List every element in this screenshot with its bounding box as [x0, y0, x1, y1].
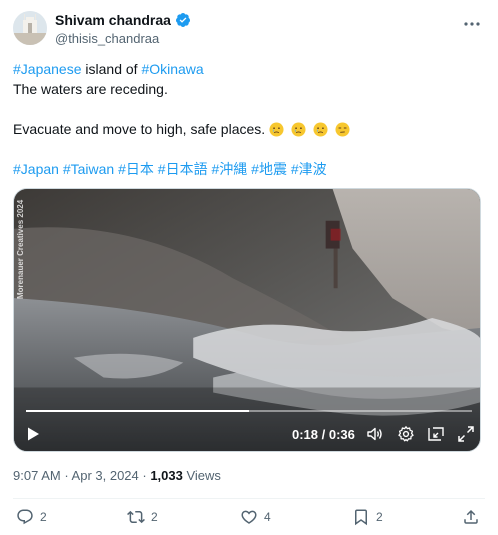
- play-icon[interactable]: [24, 425, 42, 443]
- volume-icon[interactable]: [366, 425, 384, 443]
- action-bar: 2 2 4 2: [0, 508, 498, 530]
- bookmark-count: 2: [376, 510, 383, 524]
- hashtag-link[interactable]: #日本: [118, 161, 154, 177]
- crying-face-icon: [269, 122, 284, 137]
- repost-count: 2: [151, 510, 158, 524]
- repost-icon: [127, 510, 145, 524]
- heart-icon: [241, 510, 257, 524]
- author-handle[interactable]: @thisis_chandraa: [55, 31, 159, 46]
- bookmark-button[interactable]: 2: [352, 508, 383, 526]
- tweet-line-2: The waters are receding.: [13, 81, 168, 97]
- hashtag-link[interactable]: #Japan: [13, 161, 59, 177]
- author-name[interactable]: Shivam chandraa: [55, 12, 171, 28]
- tweet-text-fragment: island of: [81, 61, 142, 77]
- hashtag-link[interactable]: #津波: [291, 161, 327, 177]
- avatar-image: [13, 11, 47, 45]
- hashtag-link[interactable]: #Japanese: [13, 61, 82, 77]
- views-label: Views: [182, 468, 221, 483]
- meta-separator: ·: [138, 468, 151, 483]
- like-button[interactable]: 4: [240, 508, 271, 526]
- bookmark-icon: [355, 509, 367, 526]
- fullscreen-icon[interactable]: [457, 425, 475, 443]
- hashtag-link[interactable]: #地震: [251, 161, 287, 177]
- video-time: 0:18 / 0:36: [292, 427, 355, 442]
- more-options-icon[interactable]: [462, 14, 482, 34]
- hashtag-link[interactable]: #沖縄: [211, 161, 247, 177]
- verified-badge-icon: [175, 12, 191, 28]
- reply-icon: [17, 509, 33, 525]
- tweet-text: #Japanese island of #Okinawa The waters …: [13, 59, 483, 179]
- reply-count: 2: [40, 510, 47, 524]
- share-button[interactable]: [462, 508, 480, 526]
- meta-separator: ·: [60, 468, 72, 483]
- emoji-group: [269, 121, 353, 137]
- video-progress-bar[interactable]: [26, 410, 472, 412]
- repost-button[interactable]: 2: [127, 508, 158, 526]
- tweet-date[interactable]: Apr 3, 2024: [72, 468, 139, 483]
- share-icon: [464, 509, 478, 524]
- picture-in-picture-icon[interactable]: [427, 425, 445, 443]
- hashtag-link[interactable]: #Taiwan: [63, 161, 114, 177]
- gear-icon[interactable]: [397, 425, 415, 443]
- video-watermark: Morenauer Creatives 2024: [16, 199, 25, 299]
- video-progress-fill: [26, 410, 249, 412]
- tweet-line-3: Evacuate and move to high, safe places.: [13, 121, 266, 137]
- tweet-metadata: 9:07 AM · Apr 3, 2024 · 1,033 Views: [13, 468, 221, 483]
- hashtag-link[interactable]: #Okinawa: [141, 61, 203, 77]
- unamused-face-icon: [335, 122, 350, 137]
- tweet-time[interactable]: 9:07 AM: [13, 468, 61, 483]
- like-count: 4: [264, 510, 271, 524]
- hashtag-link[interactable]: #日本語: [158, 161, 208, 177]
- views-count: 1,033: [150, 468, 183, 483]
- reply-button[interactable]: 2: [16, 508, 47, 526]
- crying-face-icon: [313, 122, 328, 137]
- divider: [13, 498, 485, 499]
- author-name-row: Shivam chandraa: [55, 12, 191, 28]
- crying-face-icon: [291, 122, 306, 137]
- avatar[interactable]: [13, 11, 47, 45]
- hashtag-list: #Japan #Taiwan #日本 #日本語 #沖縄 #地震 #津波: [13, 159, 483, 179]
- video-player[interactable]: Morenauer Creatives 2024 0:18 / 0:36: [13, 188, 481, 452]
